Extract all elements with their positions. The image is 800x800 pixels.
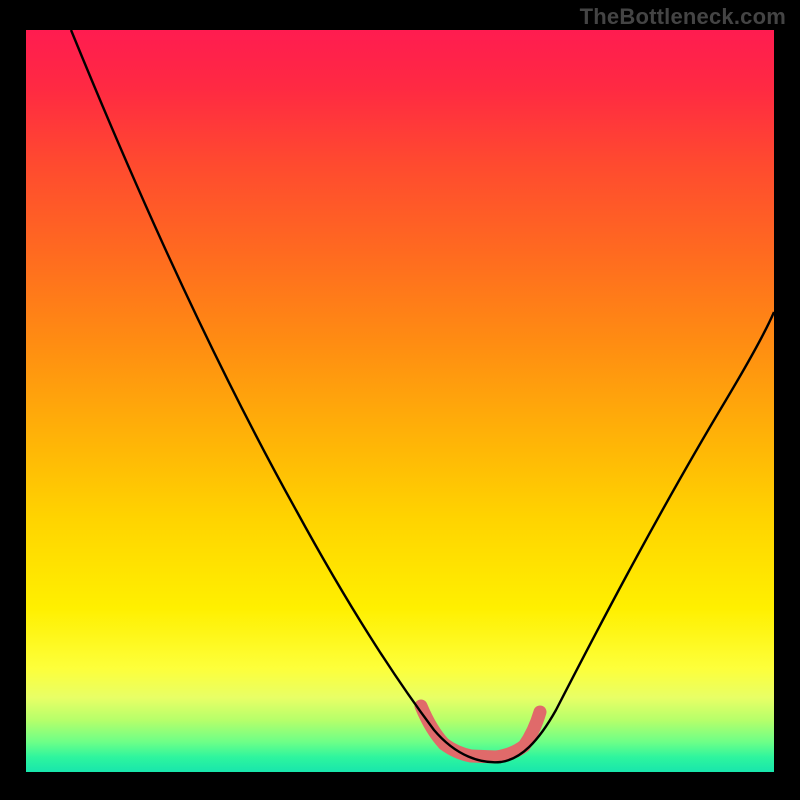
highlight-band <box>421 706 540 757</box>
curve-layer <box>26 30 774 772</box>
watermark-text: TheBottleneck.com <box>580 4 786 30</box>
main-curve <box>71 30 774 762</box>
plot-area <box>26 30 774 772</box>
chart-stage: TheBottleneck.com <box>0 0 800 800</box>
